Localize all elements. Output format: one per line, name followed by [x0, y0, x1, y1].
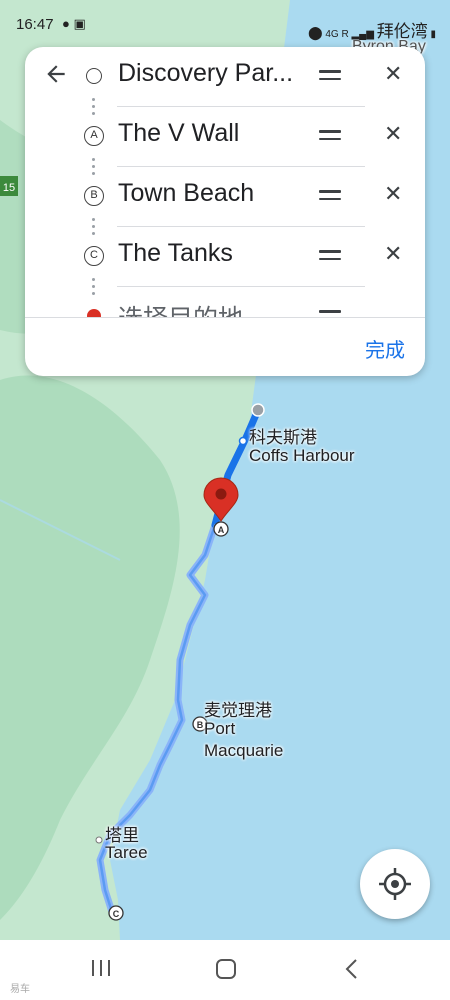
close-icon[interactable]: ✕	[384, 121, 402, 147]
stop-row-a[interactable]: A The V Wall ✕	[25, 107, 425, 167]
drag-handle-icon[interactable]	[319, 310, 341, 317]
map-label-pm-en2: Macquarie	[204, 741, 284, 760]
destination-pin-icon	[87, 309, 101, 317]
map-label-taree-en: Taree	[105, 843, 148, 862]
home-icon[interactable]	[215, 958, 237, 986]
status-right: ⬤ 4G R ▂▄▆ 拜伦湾 ▮	[308, 17, 436, 42]
notification-icons: ● ▣	[62, 16, 86, 32]
status-time: 16:47	[16, 16, 54, 33]
close-icon[interactable]: ✕	[384, 241, 402, 267]
image-icon: ▣	[73, 16, 86, 31]
destination-placeholder[interactable]: 选择目的地	[118, 299, 308, 317]
stop-row-origin[interactable]: Discovery Par... ✕	[25, 47, 425, 107]
stop-a-marker: A	[213, 521, 229, 537]
status-bar: 16:47 ● ▣ ⬤ 4G R ▂▄▆ 拜伦湾 ▮	[0, 0, 450, 46]
svg-text:B: B	[197, 720, 204, 730]
recent-apps-icon[interactable]	[90, 958, 112, 984]
stop-label[interactable]: Discovery Par...	[118, 59, 308, 88]
my-location-button[interactable]	[360, 849, 430, 919]
stop-c-marker: C	[108, 905, 124, 921]
done-button[interactable]: 完成	[365, 334, 405, 363]
watermark: 易车	[10, 984, 30, 995]
system-nav-bar	[0, 940, 450, 1000]
stop-row-c[interactable]: C The Tanks ✕	[25, 227, 425, 287]
my-location-icon	[379, 868, 411, 900]
stop-label[interactable]: The V Wall	[118, 119, 308, 148]
map-label-coffs-en: Coffs Harbour	[249, 446, 355, 465]
marker-b-icon: B	[84, 186, 104, 206]
close-icon[interactable]: ✕	[384, 181, 402, 207]
coffs-dot	[238, 436, 248, 446]
back-icon[interactable]	[344, 958, 360, 986]
origin-dot	[251, 403, 265, 417]
status-overlay-text: 拜伦湾	[376, 22, 428, 41]
drag-handle-icon[interactable]	[319, 190, 341, 202]
taree-dot	[95, 836, 103, 844]
directions-panel: Discovery Par... ✕ A The V Wall ✕ B Town…	[25, 47, 425, 376]
drag-handle-icon[interactable]	[319, 70, 341, 82]
stop-label[interactable]: The Tanks	[118, 239, 308, 268]
wechat-icon: ●	[62, 16, 70, 31]
road-shield: 15	[0, 176, 18, 196]
location-icon: ⬤	[307, 25, 323, 40]
origin-circle-icon	[86, 68, 102, 84]
drag-handle-icon[interactable]	[319, 130, 341, 142]
stop-label[interactable]: Town Beach	[118, 179, 308, 208]
map-label-pm-cn: 麦觉理港	[204, 701, 272, 720]
map-label-pm-en1: Port	[204, 719, 236, 738]
stop-row-b[interactable]: B Town Beach ✕	[25, 167, 425, 227]
stop-row-destination[interactable]: 选择目的地	[25, 287, 425, 317]
svg-text:15: 15	[3, 182, 15, 194]
svg-text:A: A	[218, 525, 225, 535]
network-type: 4G R	[325, 29, 349, 40]
close-icon[interactable]: ✕	[384, 61, 402, 87]
drag-handle-icon[interactable]	[319, 250, 341, 262]
signal-icon: ▂▄▆	[351, 29, 374, 40]
map-label-coffs-cn: 科夫斯港	[249, 428, 317, 447]
marker-a-icon: A	[84, 126, 104, 146]
battery-icon: ▮	[430, 29, 436, 40]
svg-text:C: C	[113, 909, 120, 919]
marker-c-icon: C	[84, 246, 104, 266]
